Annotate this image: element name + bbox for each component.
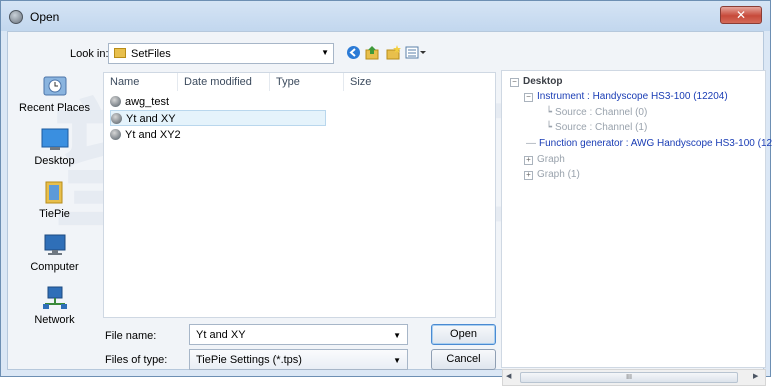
tree-node-graph-1[interactable]: + Graph (1) [524, 169, 580, 180]
view-menu-button[interactable] [405, 45, 427, 62]
list-item-selected[interactable]: Yt and XY [110, 110, 326, 126]
file-name-value: Yt and XY [196, 329, 246, 341]
tree-node-function-generator[interactable]: — Function generator : AWG Handyscope HS3… [526, 138, 773, 149]
list-item[interactable]: awg_test [110, 94, 169, 110]
place-desktop[interactable]: Desktop [8, 127, 101, 167]
file-type-dropdown[interactable]: TiePie Settings (*.tps) ▼ [189, 349, 408, 370]
look-in-label: Look in: [70, 48, 109, 60]
scrollbar-thumb[interactable]: III [520, 372, 738, 383]
place-recent-places[interactable]: Recent Places [8, 74, 101, 114]
collapse-icon[interactable]: − [510, 78, 519, 87]
chevron-down-icon[interactable]: ▼ [393, 331, 401, 340]
open-dialog: Open ✕ 望光汇 Look in: SetFiles ▼ Recent Pl… [0, 0, 773, 386]
new-folder-button[interactable] [385, 45, 402, 62]
close-button[interactable]: ✕ [720, 6, 762, 24]
open-button[interactable]: Open [431, 324, 496, 345]
recent-places-icon [43, 76, 66, 96]
tree-node-source-0[interactable]: ┕ Source : Channel (0) [546, 107, 647, 118]
collapse-icon[interactable]: − [524, 93, 533, 102]
expand-icon[interactable]: + [524, 156, 533, 165]
column-header-date-modified[interactable]: Date modified [178, 73, 270, 91]
tiepie-folder-icon [45, 181, 62, 204]
chevron-down-icon: ▼ [321, 48, 329, 57]
places-bar: Recent Places Desktop TiePie Computer Ne… [8, 74, 101, 384]
file-name-input[interactable]: Yt and XY ▼ [189, 324, 408, 345]
dialog-body: 望光汇 Look in: SetFiles ▼ Recent Places [7, 31, 773, 386]
title-bar[interactable]: Open ✕ [1, 1, 770, 31]
settings-file-icon [110, 129, 121, 140]
file-list[interactable]: Name Date modified Type Size awg_test Yt… [103, 72, 496, 318]
horizontal-scrollbar[interactable]: ◀ III ▶ [502, 369, 766, 386]
file-type-value: TiePie Settings (*.tps) [196, 354, 302, 366]
up-folder-button[interactable] [364, 45, 381, 62]
computer-icon [44, 234, 65, 255]
column-header-size[interactable]: Size [344, 73, 418, 91]
network-icon [42, 286, 67, 309]
new-folder-icon [386, 45, 401, 60]
settings-tree[interactable]: − Desktop − Instrument : Handyscope HS3-10… [501, 70, 773, 368]
place-network[interactable]: Network [8, 286, 101, 326]
look-in-dropdown[interactable]: SetFiles ▼ [108, 43, 334, 64]
tree-node-source-1[interactable]: ┕ Source : Channel (1) [546, 122, 647, 133]
file-name-label: File name: [105, 330, 157, 342]
file-type-label: Files of type: [105, 354, 168, 366]
up-folder-icon [365, 46, 379, 60]
column-header-name[interactable]: Name [104, 73, 178, 91]
column-header-type[interactable]: Type [270, 73, 344, 91]
chevron-down-icon: ▼ [393, 356, 401, 365]
cancel-button[interactable]: Cancel [431, 349, 496, 370]
tree-node-graph[interactable]: + Graph [524, 154, 565, 165]
expand-icon[interactable]: + [524, 171, 533, 180]
tree-node-instrument[interactable]: − Instrument : Handyscope HS3-100 (12204) [524, 91, 728, 102]
desktop-icon [41, 128, 68, 150]
list-item[interactable]: Yt and XY2 [110, 127, 181, 143]
tree-node-desktop[interactable]: − Desktop [510, 76, 562, 87]
back-icon [347, 46, 360, 59]
settings-file-icon [111, 113, 122, 124]
folder-icon [114, 48, 126, 58]
app-icon [9, 10, 23, 24]
look-in-value: SetFiles [131, 48, 171, 60]
place-computer[interactable]: Computer [8, 233, 101, 273]
settings-file-icon [110, 96, 121, 107]
back-button[interactable] [345, 45, 362, 62]
dialog-title: Open [30, 10, 60, 24]
view-menu-icon [405, 46, 426, 59]
place-tiepie[interactable]: TiePie [8, 180, 101, 220]
